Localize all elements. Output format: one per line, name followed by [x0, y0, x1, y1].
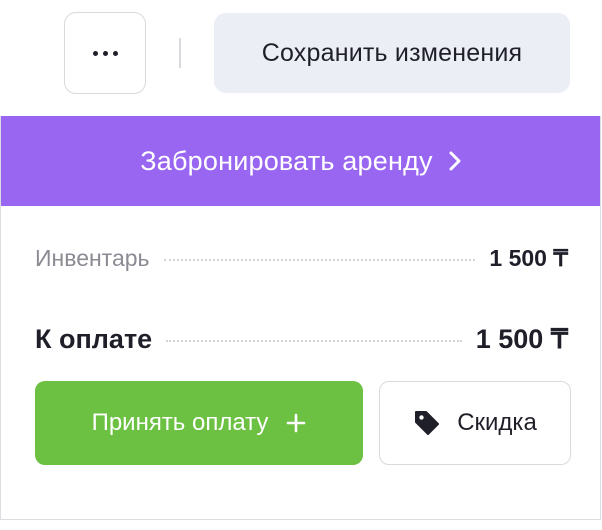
book-rental-button[interactable]: Забронировать аренду: [1, 116, 600, 206]
top-toolbar: Сохранить изменения: [0, 0, 602, 116]
more-options-button[interactable]: [64, 12, 146, 94]
accept-payment-button[interactable]: Принять оплату: [35, 381, 363, 465]
order-panel: Забронировать аренду Инвентарь 1 500 ₸ К…: [0, 116, 601, 520]
plus-icon: [287, 413, 306, 433]
discount-label: Скидка: [457, 409, 537, 436]
accept-payment-label: Принять оплату: [91, 409, 269, 436]
inventory-row: Инвентарь 1 500 ₸: [35, 238, 568, 278]
discount-button[interactable]: Скидка: [379, 381, 571, 465]
dotted-leader: [166, 340, 462, 342]
save-changes-button[interactable]: Сохранить изменения: [214, 13, 570, 93]
total-row: К оплате 1 500 ₸: [35, 317, 568, 361]
total-value: 1 500 ₸: [475, 323, 568, 354]
inventory-label: Инвентарь: [35, 244, 150, 271]
chevron-right-icon: [449, 151, 461, 171]
toolbar-divider: [179, 38, 181, 68]
more-horizontal-icon: [92, 50, 118, 56]
tag-icon: [415, 411, 440, 435]
dotted-leader: [163, 259, 476, 261]
book-rental-label: Забронировать аренду: [140, 145, 433, 176]
total-label: К оплате: [35, 323, 153, 354]
inventory-value: 1 500 ₸: [489, 244, 568, 271]
